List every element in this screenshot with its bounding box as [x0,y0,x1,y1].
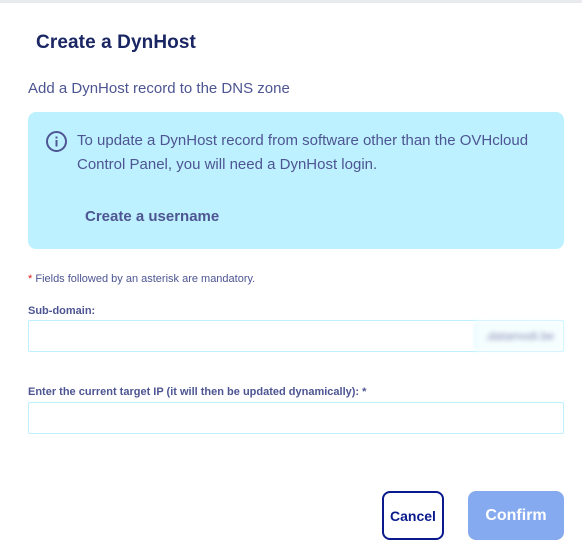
required-asterisk: * [28,273,33,285]
target-ip-input[interactable] [28,402,564,434]
create-dynhost-dialog: Create a DynHost Add a DynHost record to… [0,0,582,548]
cancel-button[interactable]: Cancel [382,491,444,540]
subdomain-input[interactable] [29,321,475,351]
subdomain-label: Sub-domain: [28,305,96,317]
info-banner: To update a DynHost record from software… [28,112,564,249]
subdomain-input-group: .datamodi.be [28,320,564,352]
confirm-button[interactable]: Confirm [468,491,564,540]
subdomain-suffix: .datamodi.be [475,321,563,351]
dialog-subtitle: Add a DynHost record to the DNS zone [28,80,290,97]
info-icon [46,131,67,152]
mandatory-note-text: Fields followed by an asterisk are manda… [35,273,256,285]
mandatory-note: * Fields followed by an asterisk are man… [28,273,255,285]
dialog-title: Create a DynHost [36,32,196,53]
info-message: To update a DynHost record from software… [77,132,529,173]
create-username-link[interactable]: Create a username [85,208,219,225]
target-ip-label: Enter the current target IP (it will the… [28,386,367,398]
